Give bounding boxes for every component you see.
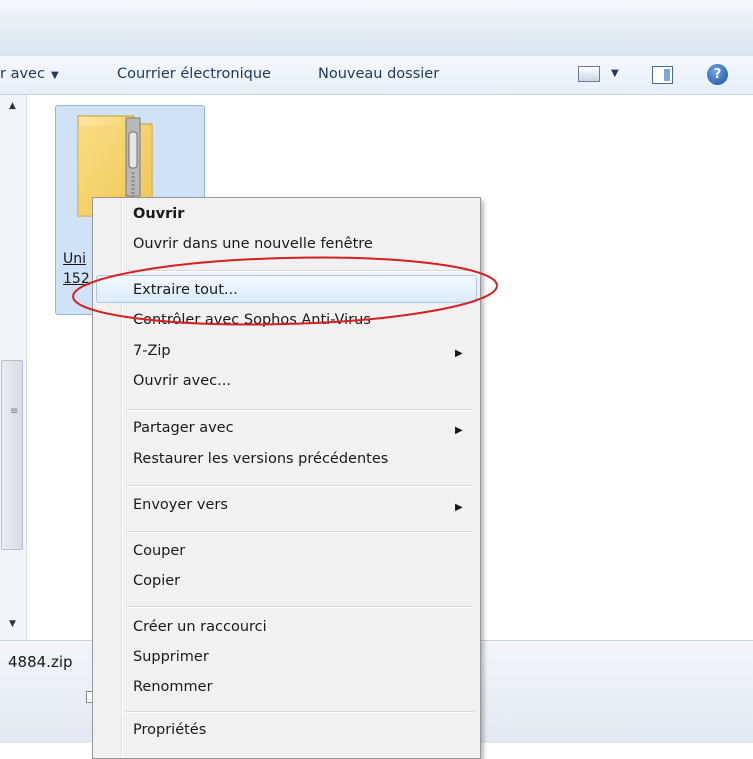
open-with-label: r avec <box>0 66 45 82</box>
menu-separator <box>126 270 474 272</box>
menu-item-open-new-window[interactable]: Ouvrir dans une nouvelle fenêtre <box>133 236 373 252</box>
menu-item-share-with[interactable]: Partager avec <box>133 420 234 436</box>
menu-item-delete[interactable]: Supprimer <box>133 649 209 665</box>
menu-item-properties[interactable]: Propriétés <box>133 722 206 738</box>
open-with-button[interactable]: r avec ▼ <box>0 66 59 82</box>
scroll-up-icon[interactable]: ▲ <box>9 101 16 111</box>
menu-item-send-to[interactable]: Envoyer vers <box>133 497 228 513</box>
preview-pane-icon[interactable] <box>652 66 673 84</box>
new-folder-button[interactable]: Nouveau dossier <box>318 66 439 82</box>
title-bar <box>0 0 753 57</box>
submenu-arrow-icon: ▶ <box>455 502 463 513</box>
menu-separator <box>126 606 474 608</box>
menu-item-7zip[interactable]: 7-Zip <box>133 343 171 359</box>
menu-item-rename[interactable]: Renommer <box>133 679 213 695</box>
dropdown-arrow-icon: ▼ <box>50 70 59 81</box>
file-name-label[interactable]: Uni 152 <box>63 249 90 289</box>
menu-separator <box>126 711 474 713</box>
menu-separator <box>126 485 474 487</box>
views-icon[interactable] <box>578 66 600 82</box>
scroll-down-icon[interactable]: ▼ <box>9 619 16 629</box>
menu-separator <box>126 531 474 533</box>
context-menu: Ouvrir Ouvrir dans une nouvelle fenêtre … <box>92 197 481 759</box>
grip-icon: ≡ <box>10 406 19 417</box>
menu-item-create-shortcut[interactable]: Créer un raccourci <box>133 619 267 635</box>
menu-item-open[interactable]: Ouvrir <box>133 206 184 222</box>
menu-separator <box>126 409 474 411</box>
help-icon[interactable]: ? <box>707 64 728 85</box>
views-dropdown-arrow-icon[interactable]: ▼ <box>611 68 619 79</box>
menu-item-open-with[interactable]: Ouvrir avec... <box>133 373 231 389</box>
scrollbar-thumb[interactable]: ≡ <box>1 360 23 550</box>
menu-item-copy[interactable]: Copier <box>133 573 180 589</box>
menu-item-cut[interactable]: Couper <box>133 543 185 559</box>
file-name-line-1: Uni <box>63 251 87 267</box>
selected-file-name: 4884.zip <box>8 653 73 671</box>
email-button[interactable]: Courrier électronique <box>117 66 271 82</box>
menu-item-sophos-scan[interactable]: Contrôler avec Sophos Anti-Virus <box>133 312 371 328</box>
submenu-arrow-icon: ▶ <box>455 348 463 359</box>
navigation-pane-scrollbar[interactable]: ▲ ≡ ▼ <box>0 95 27 640</box>
menu-item-extract-all[interactable]: Extraire tout... <box>133 282 238 298</box>
command-toolbar: r avec ▼ Courrier électronique Nouveau do… <box>0 56 753 95</box>
file-name-line-2: 152 <box>63 271 90 287</box>
menu-item-restore-versions[interactable]: Restaurer les versions précédentes <box>133 451 388 467</box>
submenu-arrow-icon: ▶ <box>455 425 463 436</box>
